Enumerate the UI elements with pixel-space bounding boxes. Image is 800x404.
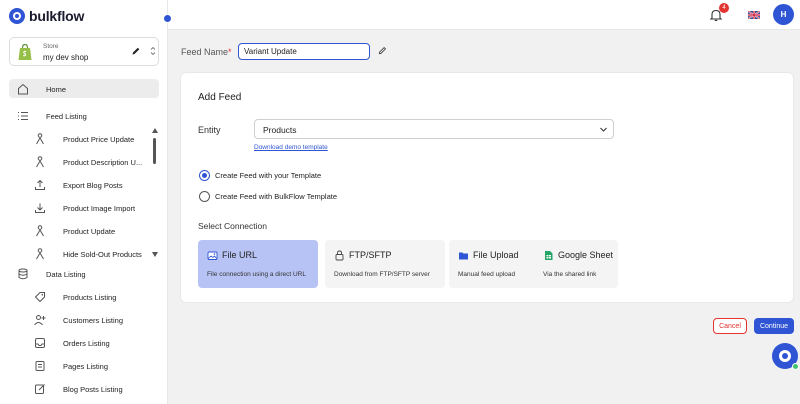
sidebar-item-label: Product Update	[63, 226, 116, 236]
scroll-thumb[interactable]	[153, 138, 156, 164]
sidebar-item-label: Orders Listing	[63, 338, 110, 348]
google-sheets-icon	[545, 251, 553, 260]
entity-select[interactable]: Products	[254, 119, 614, 139]
store-label: Store	[43, 43, 59, 50]
radio-bulkflow-template[interactable]: Create Feed with BulkFlow Template	[199, 191, 337, 202]
chevron-up-down-icon[interactable]	[149, 45, 157, 57]
sidebar-item-product-update[interactable]: Product Update	[9, 221, 159, 240]
sidebar-item-label: Export Blog Posts	[63, 180, 123, 190]
pencil-icon[interactable]	[378, 46, 387, 55]
sidebar-item-label: Products Listing	[63, 292, 117, 302]
chat-icon	[779, 350, 791, 362]
entity-label: Entity	[198, 125, 221, 135]
connection-desc: Via the shared link	[543, 271, 597, 278]
connection-desc: Download from FTP/SFTP server	[334, 271, 430, 278]
radio-own-template[interactable]: Create Feed with your Template	[199, 170, 321, 181]
sidebar-item-product-price-update[interactable]: Product Price Update	[9, 129, 159, 148]
sidebar-item-home[interactable]: Home	[9, 79, 159, 98]
sidebar-item-hide-sold-out-products[interactable]: Hide Sold-Out Products	[9, 244, 159, 263]
connection-desc: Manual feed upload	[458, 271, 516, 278]
list-icon	[18, 111, 28, 120]
app-logo-text: bulkflow	[29, 8, 85, 24]
notification-badge: 4	[719, 3, 729, 13]
store-name: my dev shop	[43, 53, 89, 62]
sidebar-collapse-toggle[interactable]	[163, 14, 172, 23]
connection-ftp-sftp[interactable]: FTP/SFTP Download from FTP/SFTP server	[325, 240, 445, 288]
sidebar-item-label: Blog Posts Listing	[63, 384, 123, 394]
sidebar-item-label: Feed Listing	[46, 111, 87, 121]
file-image-icon	[207, 251, 218, 260]
tag-icon	[34, 291, 45, 302]
select-connection-title: Select Connection	[198, 221, 267, 231]
uk-flag-icon[interactable]	[748, 11, 760, 19]
sidebar-item-feed-listing[interactable]: Feed Listing	[9, 106, 159, 125]
inbox-icon	[35, 337, 45, 348]
sidebar-item-label: Hide Sold-Out Products	[63, 249, 142, 259]
sidebar-item-label: Home	[46, 84, 67, 94]
sidebar-item-export-blog-posts[interactable]: Export Blog Posts	[9, 175, 159, 194]
shopify-bag-icon	[18, 43, 32, 60]
connection-name: Google Sheet	[558, 250, 614, 260]
user-avatar[interactable]: H	[773, 4, 794, 25]
app-logo[interactable]: bulkflow	[9, 8, 84, 24]
connection-google-sheet[interactable]: Google Sheet Via the shared link	[534, 240, 618, 288]
person-icon	[36, 132, 44, 144]
sidebar-item-label: Customers Listing	[63, 315, 124, 325]
chevron-down-icon	[600, 127, 607, 132]
cancel-button[interactable]: Cancel	[713, 318, 747, 334]
home-icon	[18, 83, 28, 94]
online-status-dot	[792, 363, 799, 370]
ftp-lock-icon	[335, 250, 344, 261]
feed-name-input[interactable]	[238, 43, 370, 60]
store-selector[interactable]: Store my dev shop	[9, 37, 159, 66]
sidebar: bulkflow Store my dev shop Home Feed Lis…	[0, 0, 168, 404]
sidebar-item-label: Product Price Update	[63, 134, 135, 144]
person-icon	[36, 224, 44, 236]
add-feed-card: Add Feed Entity Products Download demo t…	[180, 72, 794, 303]
connection-file-url[interactable]: File URL File connection using a direct …	[198, 240, 318, 288]
sidebar-item-product-image-import[interactable]: Product Image Import	[9, 198, 159, 217]
sidebar-item-pages-listing[interactable]: Pages Listing	[9, 356, 159, 375]
folder-icon	[459, 252, 468, 260]
sidebar-item-orders-listing[interactable]: Orders Listing	[9, 333, 159, 352]
connection-name: File Upload	[473, 250, 519, 260]
entity-selected-value: Products	[263, 125, 297, 135]
radio-label: Create Feed with BulkFlow Template	[215, 192, 337, 201]
top-bar: 4 H	[168, 0, 800, 30]
radio-button[interactable]	[199, 170, 210, 181]
sidebar-item-blog-posts-listing[interactable]: Blog Posts Listing	[9, 379, 159, 398]
connection-name: FTP/SFTP	[349, 250, 392, 260]
person-icon	[36, 155, 44, 167]
radio-label: Create Feed with your Template	[215, 171, 322, 180]
card-title: Add Feed	[198, 92, 242, 103]
pencil-icon[interactable]	[131, 46, 141, 56]
person-icon	[36, 247, 44, 259]
sidebar-item-data-listing[interactable]: Data Listing	[9, 264, 159, 283]
download-demo-template-link[interactable]: Download demo template	[254, 144, 328, 151]
sidebar-scrollbar[interactable]	[151, 128, 159, 258]
connection-name: File URL	[222, 250, 258, 260]
user-plus-icon	[34, 314, 46, 325]
edit-icon	[35, 383, 45, 394]
sidebar-item-customers-listing[interactable]: Customers Listing	[9, 310, 159, 329]
sidebar-item-products-listing[interactable]: Products Listing	[9, 287, 159, 306]
sidebar-item-label: Product Image Import	[63, 203, 136, 213]
sidebar-item-label: Product Description U...	[63, 157, 143, 167]
continue-button[interactable]: Continue	[754, 318, 794, 334]
sidebar-item-product-description-update[interactable]: Product Description U...	[9, 152, 159, 171]
scroll-up-arrow-icon[interactable]	[152, 128, 158, 133]
feed-name-label: Feed Name*	[181, 47, 232, 57]
radio-button[interactable]	[199, 191, 210, 202]
scroll-down-arrow-icon[interactable]	[152, 252, 158, 257]
upload-icon	[35, 179, 45, 190]
sidebar-item-label: Data Listing	[46, 269, 86, 279]
connection-desc: File connection using a direct URL	[207, 271, 306, 278]
bulkflow-logo-icon	[9, 8, 25, 24]
download-icon	[35, 203, 45, 213]
page-icon	[35, 360, 45, 371]
database-icon	[18, 268, 28, 279]
sidebar-item-label: Pages Listing	[63, 361, 109, 371]
